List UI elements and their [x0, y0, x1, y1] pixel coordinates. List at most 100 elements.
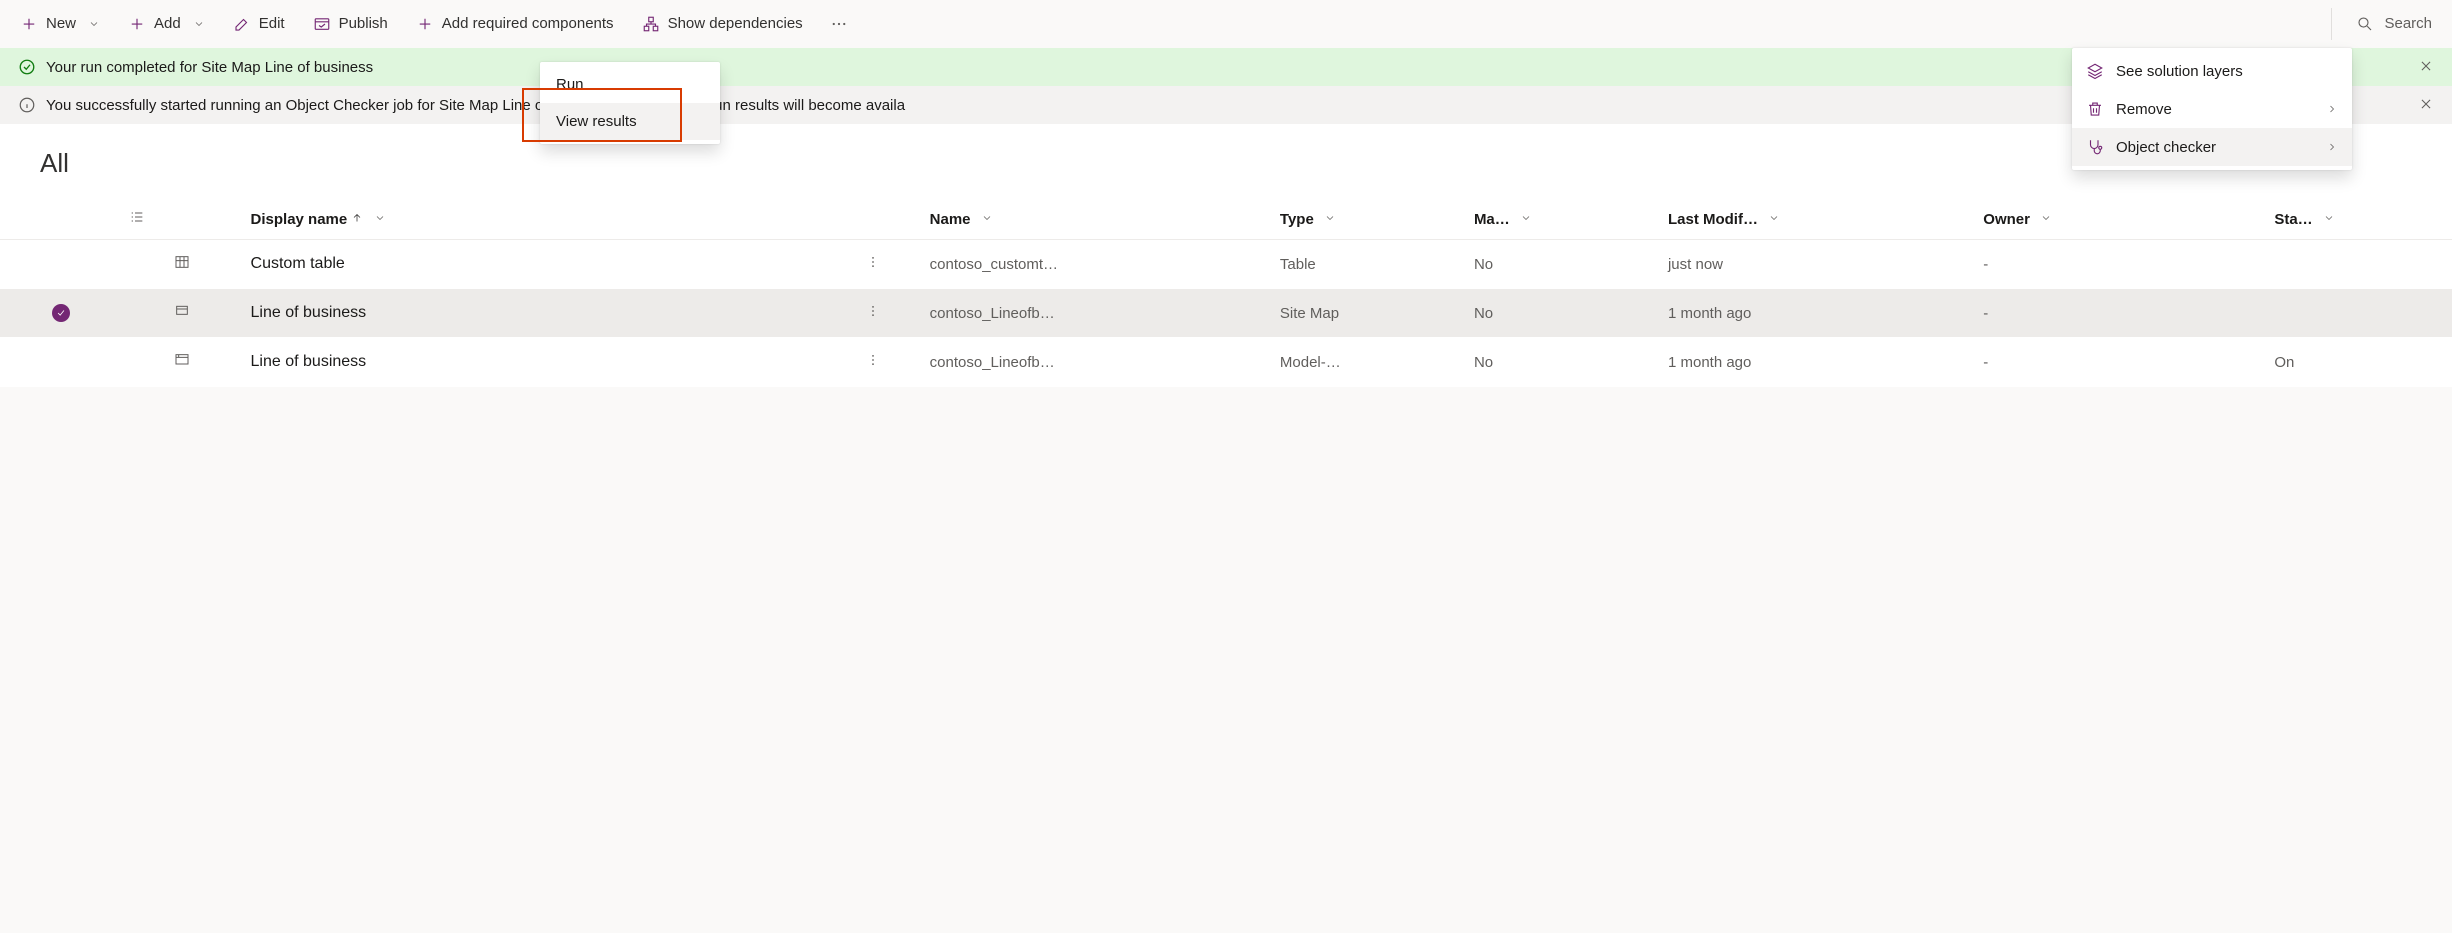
col-icon[interactable] [121, 199, 242, 240]
more-vertical-icon [866, 353, 880, 367]
plus-icon [128, 15, 146, 33]
more-commands-button[interactable] [819, 6, 859, 42]
col-owner-label: Owner [1983, 211, 2030, 228]
chevron-down-icon [981, 212, 993, 224]
publish-button[interactable]: Publish [301, 6, 400, 42]
add-required-button[interactable]: Add required components [404, 6, 626, 42]
col-managed[interactable]: Ma… [1466, 199, 1660, 240]
add-required-label: Add required components [442, 15, 614, 32]
row-name: contoso_customt… [922, 240, 1272, 289]
table-row[interactable]: Line of businesscontoso_Lineofb…Model-…N… [0, 338, 2452, 387]
col-owner[interactable]: Owner [1975, 199, 2266, 240]
row-display-name[interactable]: Line of business [243, 338, 825, 387]
command-bar: New Add Edit Publish Add required compon… [0, 0, 2452, 48]
add-button[interactable]: Add [116, 6, 217, 42]
row-display-name[interactable]: Line of business [243, 289, 825, 338]
hierarchy-icon [642, 15, 660, 33]
sort-ascending-icon [351, 212, 363, 224]
info-banner-text: You successfully started running an Obje… [46, 97, 905, 114]
stethoscope-icon [2086, 138, 2104, 156]
row-type: Table [1272, 240, 1466, 289]
more-vertical-icon [866, 304, 880, 318]
row-owner: - [1975, 240, 2266, 289]
col-actions [825, 199, 922, 240]
row-status: On [2266, 338, 2452, 387]
search-placeholder: Search [2384, 15, 2432, 32]
menu-see-layers-label: See solution layers [2116, 63, 2243, 80]
row-type: Model-… [1272, 338, 1466, 387]
row-select-cell[interactable] [0, 240, 121, 289]
row-owner: - [1975, 289, 2266, 338]
plus-icon [416, 15, 434, 33]
divider [2331, 8, 2332, 40]
row-selected-checkmark[interactable] [52, 304, 70, 322]
close-icon [2419, 97, 2433, 111]
table-header-row: Display name Name Type Ma… [0, 199, 2452, 240]
row-managed: No [1466, 289, 1660, 338]
publish-label: Publish [339, 15, 388, 32]
menu-remove-label: Remove [2116, 101, 2172, 118]
show-dependencies-button[interactable]: Show dependencies [630, 6, 815, 42]
col-last-modified-label: Last Modif… [1668, 211, 1758, 228]
submenu-view-results[interactable]: View results [540, 103, 720, 140]
edit-button[interactable]: Edit [221, 6, 297, 42]
plus-icon [20, 15, 38, 33]
row-last-modified: 1 month ago [1660, 289, 1975, 338]
new-button[interactable]: New [8, 6, 112, 42]
row-type-icon [121, 289, 242, 338]
row-type-icon [121, 240, 242, 289]
menu-remove[interactable]: Remove [2072, 90, 2352, 128]
overflow-menu: See solution layers Remove Object checke… [2072, 48, 2352, 170]
add-label: Add [154, 15, 181, 32]
close-success-banner-button[interactable] [2412, 53, 2440, 81]
chevron-down-icon [2040, 212, 2052, 224]
col-select[interactable] [0, 199, 121, 240]
col-status[interactable]: Sta… [2266, 199, 2452, 240]
col-last-modified[interactable]: Last Modif… [1660, 199, 1975, 240]
menu-object-checker-label: Object checker [2116, 139, 2216, 156]
pencil-icon [233, 15, 251, 33]
row-select-cell[interactable] [0, 338, 121, 387]
chevron-down-icon [1324, 212, 1336, 224]
solution-table: Display name Name Type Ma… [0, 199, 2452, 387]
row-select-cell[interactable] [0, 289, 121, 338]
row-more-actions[interactable] [825, 289, 922, 338]
chevron-down-icon [2323, 212, 2335, 224]
col-managed-label: Ma… [1474, 211, 1510, 228]
chevron-right-icon [2326, 103, 2338, 115]
col-name[interactable]: Name [922, 199, 1272, 240]
submenu-view-results-label: View results [556, 113, 637, 130]
row-display-name[interactable]: Custom table [243, 240, 825, 289]
row-more-actions[interactable] [825, 338, 922, 387]
table-row[interactable]: Line of businesscontoso_Lineofb…Site Map… [0, 289, 2452, 338]
chevron-right-icon [2326, 141, 2338, 153]
row-name: contoso_Lineofb… [922, 338, 1272, 387]
new-label: New [46, 15, 76, 32]
row-status [2266, 240, 2452, 289]
chevron-down-icon [374, 212, 386, 224]
search-input[interactable]: Search [2344, 6, 2444, 42]
table-row[interactable]: Custom table contoso_customt…TableNojust … [0, 240, 2452, 289]
close-info-banner-button[interactable] [2412, 91, 2440, 119]
chevron-down-icon [1768, 212, 1780, 224]
edit-label: Edit [259, 15, 285, 32]
submenu-run[interactable]: Run [540, 66, 720, 103]
row-last-modified: just now [1660, 240, 1975, 289]
success-banner-text: Your run completed for Site Map Line of … [46, 59, 373, 76]
col-status-label: Sta… [2274, 211, 2312, 228]
col-display-name-label: Display name [251, 211, 348, 228]
menu-see-solution-layers[interactable]: See solution layers [2072, 52, 2352, 90]
row-more-actions[interactable] [825, 240, 922, 289]
col-name-label: Name [930, 211, 971, 228]
row-type-icon [121, 338, 242, 387]
col-display-name[interactable]: Display name [243, 199, 825, 240]
col-type[interactable]: Type [1272, 199, 1466, 240]
row-managed: No [1466, 240, 1660, 289]
chevron-down-icon [88, 18, 100, 30]
chevron-down-icon [1520, 212, 1532, 224]
chevron-down-icon [193, 18, 205, 30]
col-type-label: Type [1280, 211, 1314, 228]
menu-object-checker[interactable]: Object checker [2072, 128, 2352, 166]
row-name: contoso_Lineofb… [922, 289, 1272, 338]
row-last-modified: 1 month ago [1660, 338, 1975, 387]
